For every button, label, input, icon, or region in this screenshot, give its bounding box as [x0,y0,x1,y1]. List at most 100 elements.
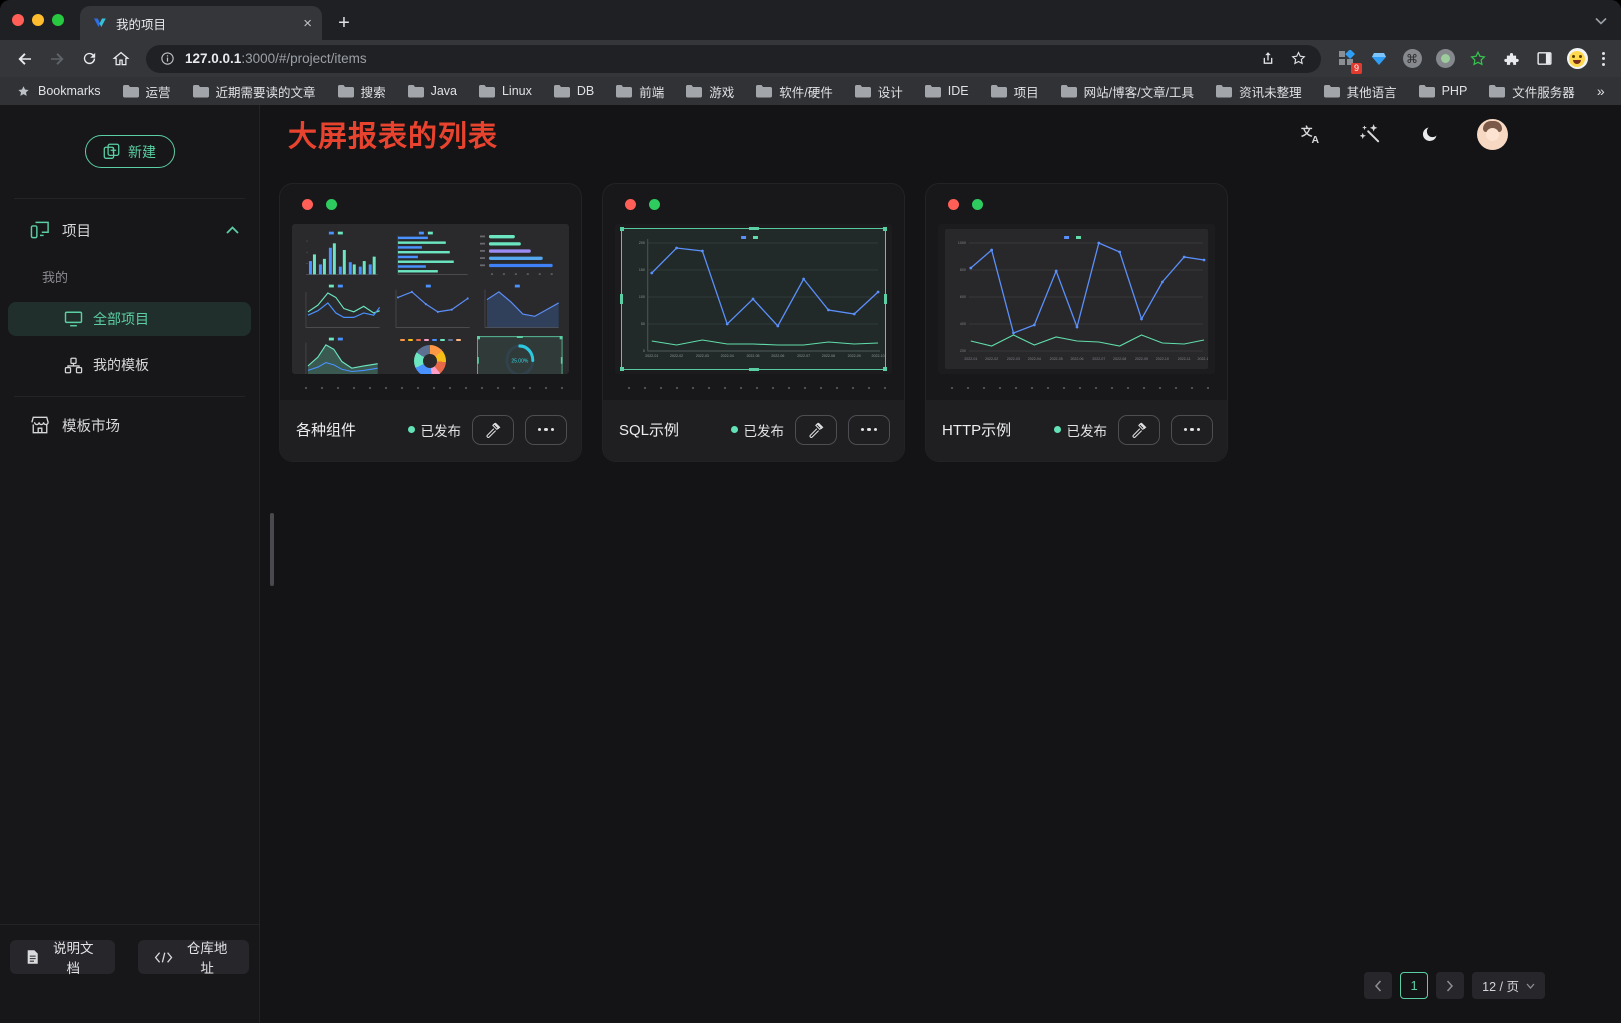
bookmark-folder[interactable]: Linux [479,84,532,98]
docs-button[interactable]: 说明文档 [10,940,115,974]
selection-handle[interactable] [883,367,887,371]
bookmark-folder[interactable]: Java [408,84,457,98]
card-thumbnail-http[interactable]: 2022-012022-022022-032022-042022-052022-… [938,224,1215,374]
sidebar-item-all-projects[interactable]: 全部项目 [8,302,251,336]
sidebar-item-template-market[interactable]: 模板市场 [0,409,259,441]
svg-text:2022-06: 2022-06 [1070,357,1083,361]
language-icon[interactable]: 文 A [1300,123,1322,145]
next-page-button[interactable] [1436,972,1464,999]
extension-gem-icon[interactable] [1368,48,1390,70]
extensions-puzzle-icon[interactable] [1500,48,1522,70]
publish-status: 已发布 [1054,420,1108,440]
bookmark-folder[interactable]: 其他语言 [1324,82,1397,101]
selection-handle[interactable] [620,367,624,371]
bookmark-folder[interactable]: 近期需要读的文章 [193,82,316,101]
extension-green-star-icon[interactable] [1467,48,1489,70]
tab-close-icon[interactable]: × [303,16,312,31]
profile-avatar-icon[interactable] [1566,48,1588,70]
selection-handle[interactable] [749,227,759,230]
svg-text:2022-04: 2022-04 [721,354,734,358]
chrome-menu-icon[interactable] [1594,52,1611,66]
svg-text:2022-10: 2022-10 [872,354,885,358]
bookmarks-star-item[interactable]: Bookmarks [16,84,101,99]
card-window-dots [926,184,1227,218]
card-thumbnail-sql[interactable]: 2022-012022-022022-032022-042022-052022-… [615,224,892,374]
card-name: 各种组件 [296,419,408,440]
bookmark-folder[interactable]: 游戏 [686,82,734,101]
more-actions-button[interactable] [525,415,567,445]
dark-mode-moon-icon[interactable] [1418,123,1440,145]
edit-project-button[interactable] [795,415,837,445]
bookmark-folder[interactable]: 设计 [855,82,903,101]
hammer-icon [485,422,501,438]
svg-text:2022-05: 2022-05 [1050,357,1063,361]
bookmark-folder[interactable]: 网站/博客/文章/工具 [1061,82,1194,101]
close-window-button[interactable] [12,14,24,26]
extension-record-icon[interactable] [1434,48,1456,70]
project-card[interactable]: 2022-012022-022022-032022-042022-052022-… [602,183,905,462]
bookmark-folder[interactable]: 搜索 [338,82,386,101]
bookmark-folder[interactable]: 运营 [123,82,171,101]
bookmark-folder[interactable]: DB [554,84,594,98]
bookmark-folder[interactable]: 前端 [616,82,664,101]
browser-tab[interactable]: 我的项目 × [80,6,322,40]
bookmark-folder[interactable]: PHP [1419,84,1468,98]
selection-handle[interactable] [620,294,623,304]
edit-project-button[interactable] [1118,415,1160,445]
current-page-button[interactable]: 1 [1400,972,1428,999]
content-scrollbar[interactable] [270,513,274,586]
more-actions-button[interactable] [1171,415,1213,445]
magic-wand-icon[interactable] [1359,123,1381,145]
selection-handle[interactable] [884,294,887,304]
svg-text:800: 800 [960,268,966,272]
bookmark-folder[interactable]: IDE [925,84,969,98]
bookmarks-overflow-chevron[interactable]: » [1597,83,1605,99]
maximize-window-button[interactable] [52,14,64,26]
new-tab-button[interactable]: + [330,9,358,37]
edit-project-button[interactable] [472,415,514,445]
publish-status: 已发布 [408,420,462,440]
card-thumbnail-components[interactable]: 25.00% [292,224,569,374]
tab-search-icon[interactable] [1595,12,1607,30]
reload-button[interactable] [74,44,104,74]
sidebar-group-projects[interactable]: 项目 [0,215,259,245]
green-dot-icon [649,199,660,210]
svg-text:100: 100 [639,295,645,299]
prev-page-button[interactable] [1364,972,1392,999]
page-size-select[interactable]: 12 / 页 [1472,972,1545,999]
extension-command-icon[interactable]: ⌘ [1401,48,1423,70]
selection-handle[interactable] [620,227,624,231]
selection-handle[interactable] [883,227,887,231]
svg-text:600: 600 [960,295,966,299]
bookmark-folder[interactable]: 文件服务器 [1489,82,1575,101]
monitor-icon [64,311,83,327]
extension-grid-icon[interactable]: 9 [1335,48,1357,70]
traffic-lights [0,0,80,40]
share-icon[interactable] [1260,50,1276,67]
bookmark-folder[interactable]: 软件/硬件 [756,82,832,101]
more-actions-button[interactable] [848,415,890,445]
address-bar[interactable]: 127.0.0.1:3000/#/project/items [146,45,1321,73]
back-button[interactable] [10,44,40,74]
new-project-button[interactable]: 新建 [85,135,175,168]
selection-handle[interactable] [749,368,759,371]
bookmark-folder[interactable]: 项目 [991,82,1039,101]
folder-icon [479,85,495,98]
chevron-up-icon[interactable] [226,226,239,234]
bookmark-folder[interactable]: 资讯未整理 [1216,82,1302,101]
project-card[interactable]: 25.00% 各种 [279,183,582,462]
forward-button[interactable] [42,44,72,74]
page-info-icon[interactable] [160,51,175,66]
svg-text:150: 150 [639,268,645,272]
tab-strip: 我的项目 × + [0,0,1621,40]
minimize-window-button[interactable] [32,14,44,26]
repo-button[interactable]: 仓库地址 [138,940,249,974]
home-button[interactable] [106,44,136,74]
card-footer: 各种组件 已发布 [280,400,581,461]
side-panel-icon[interactable] [1533,48,1555,70]
user-avatar[interactable] [1477,119,1508,150]
project-card[interactable]: 2022-012022-022022-032022-042022-052022-… [925,183,1228,462]
sidebar-item-my-templates[interactable]: 我的模板 [8,348,251,382]
svg-text:A: A [1311,135,1319,144]
bookmark-star-icon[interactable] [1290,50,1307,67]
